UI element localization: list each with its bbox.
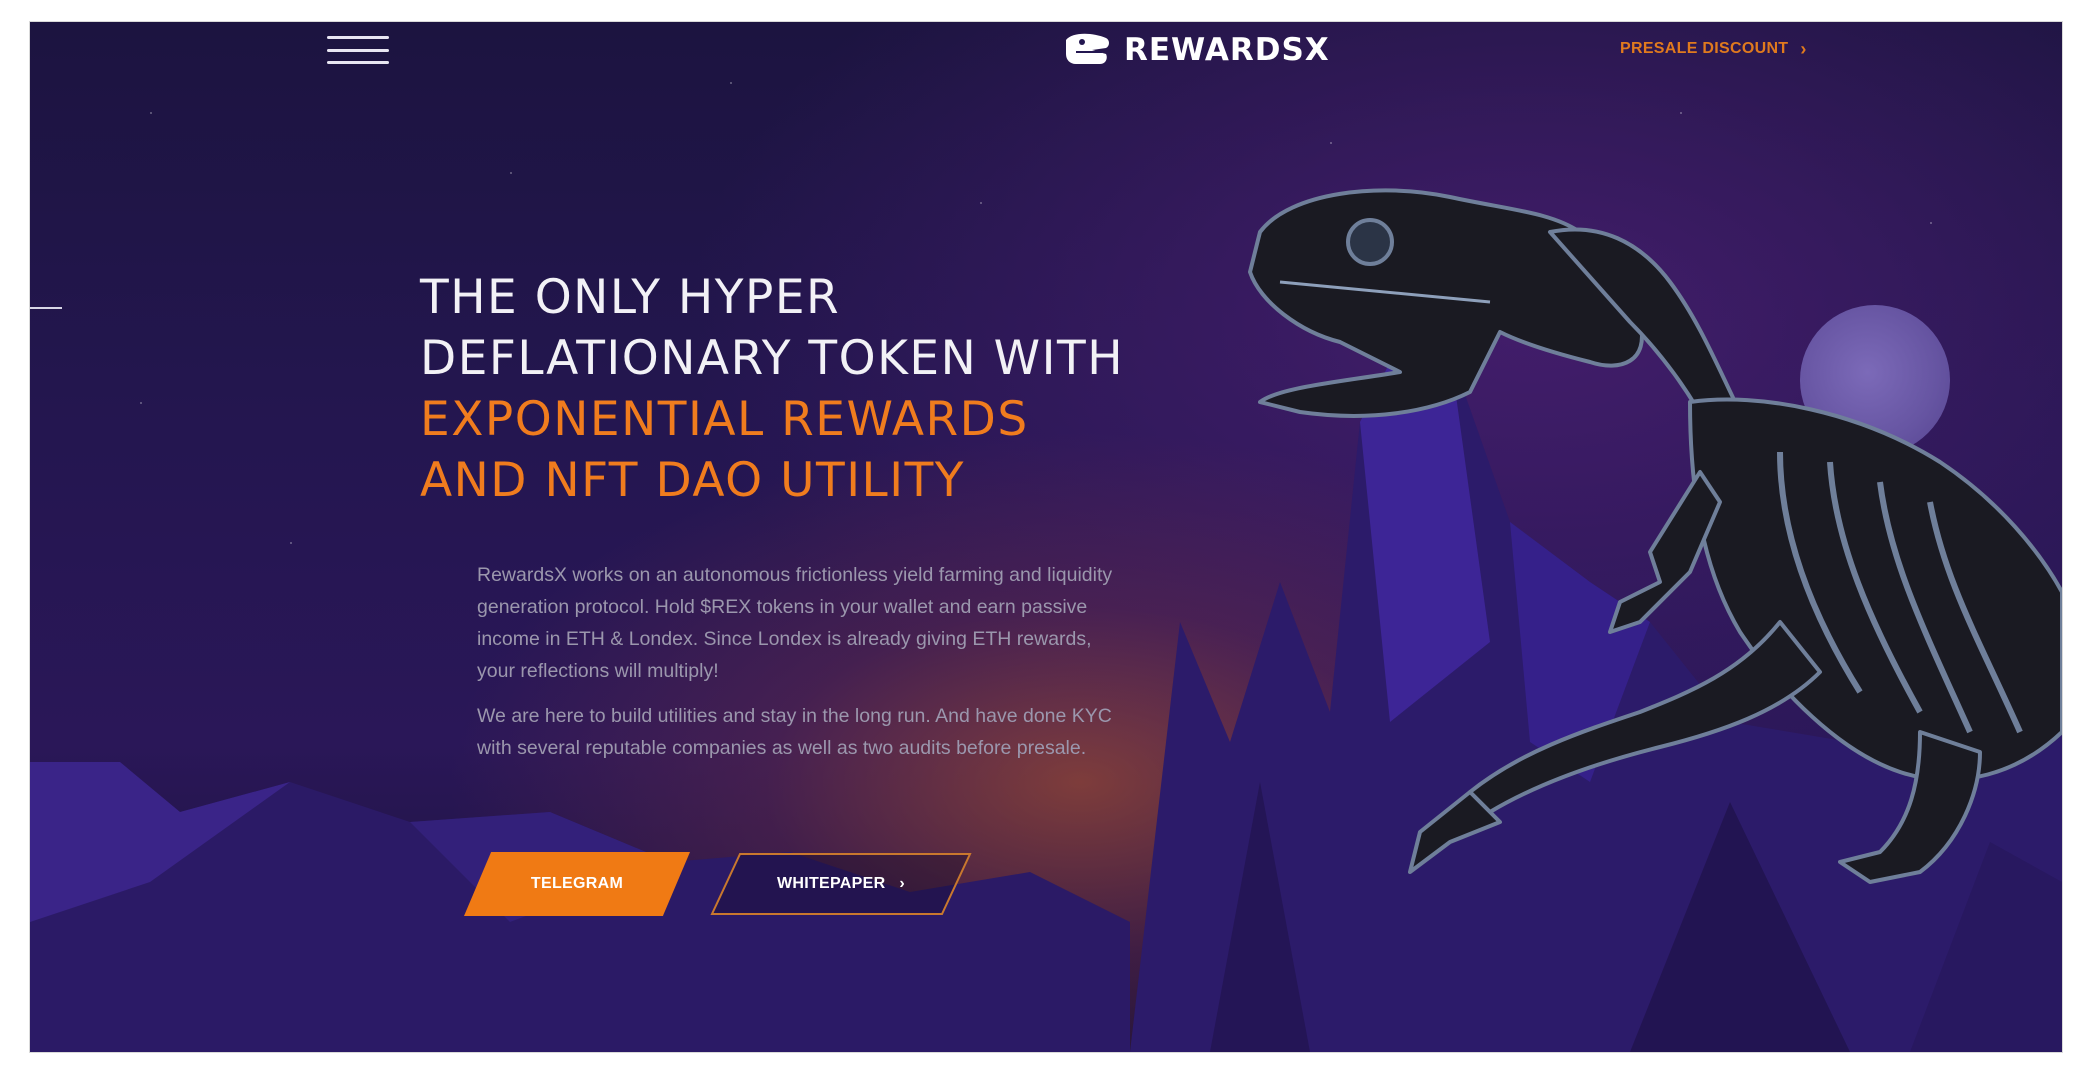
headline-line-3: EXPONENTIAL REWARDS — [420, 392, 1029, 447]
headline-line-2: DEFLATIONARY TOKEN WITH — [420, 331, 1125, 386]
hero-paragraph-1: RewardsX works on an autonomous friction… — [477, 564, 1113, 682]
chevron-right-icon: › — [899, 875, 906, 892]
brand-logo[interactable]: REWARDSX — [1062, 30, 1330, 70]
telegram-button[interactable]: TELEGRAM — [464, 852, 690, 916]
dino-skull-icon — [1066, 33, 1109, 64]
hero-section: REWARDSX PRESALE DISCOUNT › THE ONLY HYP… — [30, 22, 2062, 1052]
presale-discount-link[interactable]: PRESALE DISCOUNT › — [1620, 36, 1807, 62]
brand-name: REWARDSX — [1124, 32, 1330, 68]
side-indicator — [30, 307, 62, 309]
headline-line-1: THE ONLY HYPER — [420, 270, 841, 325]
hero-headline: THE ONLY HYPER DEFLATIONARY TOKEN WITH E… — [420, 267, 1124, 511]
hero-paragraph-2: We are here to build utilities and stay … — [477, 705, 1112, 759]
headline-line-4: AND NFT DAO UTILITY — [420, 453, 966, 508]
t-rex-skeleton-illustration — [1248, 188, 2062, 884]
telegram-button-label: TELEGRAM — [530, 875, 624, 892]
hamburger-menu-icon[interactable] — [327, 36, 389, 64]
presale-discount-label: PRESALE DISCOUNT — [1620, 40, 1789, 57]
whitepaper-button[interactable]: WHITEPAPER › — [710, 852, 972, 916]
whitepaper-button-label: WHITEPAPER — [776, 875, 886, 892]
hero-description: RewardsX works on an autonomous friction… — [477, 559, 1117, 777]
chevron-right-icon: › — [1800, 38, 1807, 59]
